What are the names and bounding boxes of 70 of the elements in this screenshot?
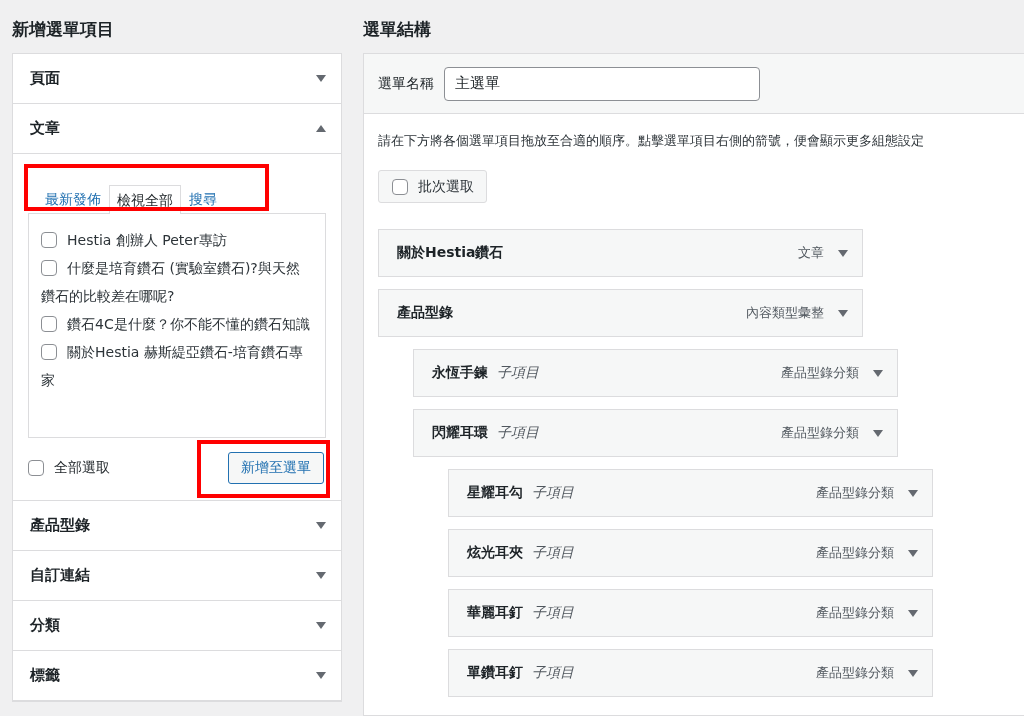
caret-down-icon[interactable]	[908, 549, 918, 557]
post-option[interactable]: 鑽石4C是什麼？你不能不懂的鑽石知識	[41, 310, 313, 338]
item-title: 炫光耳夾	[467, 544, 523, 562]
item-sublabel: 子項目	[532, 544, 574, 562]
caret-down-icon[interactable]	[316, 522, 326, 529]
item-sublabel: 子項目	[532, 484, 574, 502]
item-title: 永恆手鍊	[432, 364, 488, 382]
section-header[interactable]: 文章	[30, 119, 60, 138]
item-title: 星耀耳勾	[467, 484, 523, 502]
item-type: 內容類型彙整	[746, 304, 824, 322]
checkbox[interactable]	[41, 232, 57, 248]
menu-item[interactable]: 華麗耳釘 子項目 產品型錄分類	[448, 589, 933, 637]
post-option[interactable]: Hestia 創辦人 Peter專訪	[41, 226, 313, 254]
menu-name-field[interactable]: 主選單	[444, 66, 760, 101]
section-header[interactable]: 標籤	[30, 666, 60, 685]
checkbox[interactable]	[28, 460, 44, 476]
item-type: 產品型錄分類	[781, 424, 859, 442]
post-option[interactable]: 什麼是培育鑽石 (實驗室鑽石)?與天然鑽石的比較差在哪呢?	[41, 254, 313, 310]
item-title: 單鑽耳釘	[467, 664, 523, 682]
item-type: 產品型錄分類	[816, 484, 894, 502]
caret-down-icon[interactable]	[316, 672, 326, 679]
post-option[interactable]: 關於Hestia 赫斯緹亞鑽石-培育鑽石專家	[41, 338, 313, 394]
bulk-select-button[interactable]: 批次選取	[378, 170, 487, 203]
item-type: 產品型錄分類	[781, 364, 859, 382]
section-header[interactable]: 分類	[30, 616, 60, 635]
item-type: 產品型錄分類	[816, 664, 894, 682]
section-header[interactable]: 自訂連結	[30, 566, 90, 585]
checkbox[interactable]	[41, 344, 57, 360]
item-title: 產品型錄	[397, 304, 453, 322]
caret-down-icon[interactable]	[873, 369, 883, 377]
item-title: 關於Hestia鑽石	[397, 244, 504, 262]
caret-down-icon[interactable]	[838, 309, 848, 317]
checkbox-label[interactable]: 全部選取	[54, 459, 110, 477]
menu-item[interactable]: 炫光耳夾 子項目 產品型錄分類	[448, 529, 933, 577]
tab[interactable]: 搜尋	[181, 184, 225, 213]
menu-item[interactable]: 單鑽耳釘 子項目 產品型錄分類	[448, 649, 933, 697]
checkbox[interactable]	[41, 316, 57, 332]
section-header[interactable]: 產品型錄	[30, 516, 90, 535]
menu-item[interactable]: 永恆手鍊 子項目 產品型錄分類	[413, 349, 898, 397]
menu-item[interactable]: 星耀耳勾 子項目 產品型錄分類	[448, 469, 933, 517]
caret-down-icon[interactable]	[838, 249, 848, 257]
checkbox[interactable]	[392, 178, 408, 195]
caret-down-icon[interactable]	[908, 489, 918, 497]
field-label: 選單名稱	[378, 74, 434, 93]
panel-title: 新增選單項目	[12, 18, 115, 41]
menu-item[interactable]: 關於Hestia鑽石 文章	[378, 229, 863, 277]
item-type: 產品型錄分類	[816, 604, 894, 622]
instructions-text: 請在下方將各個選單項目拖放至合適的順序。點擊選單項目右側的箭號，便會顯示更多組態設定	[378, 132, 925, 150]
item-sublabel: 子項目	[532, 604, 574, 622]
caret-up-icon[interactable]	[316, 125, 326, 132]
item-type: 產品型錄分類	[816, 544, 894, 562]
item-sublabel: 子項目	[497, 364, 539, 382]
item-title: 華麗耳釘	[467, 604, 523, 622]
panel-title: 選單結構	[363, 18, 432, 41]
caret-down-icon[interactable]	[316, 622, 326, 629]
item-type: 文章	[798, 244, 824, 262]
item-title: 閃耀耳環	[432, 424, 488, 442]
item-sublabel: 子項目	[532, 664, 574, 682]
caret-down-icon[interactable]	[873, 429, 883, 437]
caret-down-icon[interactable]	[316, 572, 326, 579]
menu-item[interactable]: 閃耀耳環 子項目 產品型錄分類	[413, 409, 898, 457]
add-to-menu-button[interactable]: 新增至選單	[228, 452, 324, 484]
caret-down-icon[interactable]	[316, 75, 326, 82]
caret-down-icon[interactable]	[908, 609, 918, 617]
section-header[interactable]: 頁面	[30, 69, 60, 88]
tab[interactable]: 最新發佈	[37, 184, 109, 213]
menu-item[interactable]: 產品型錄 內容類型彙整	[378, 289, 863, 337]
item-sublabel: 子項目	[497, 424, 539, 442]
checkbox[interactable]	[41, 260, 57, 276]
caret-down-icon[interactable]	[908, 669, 918, 677]
